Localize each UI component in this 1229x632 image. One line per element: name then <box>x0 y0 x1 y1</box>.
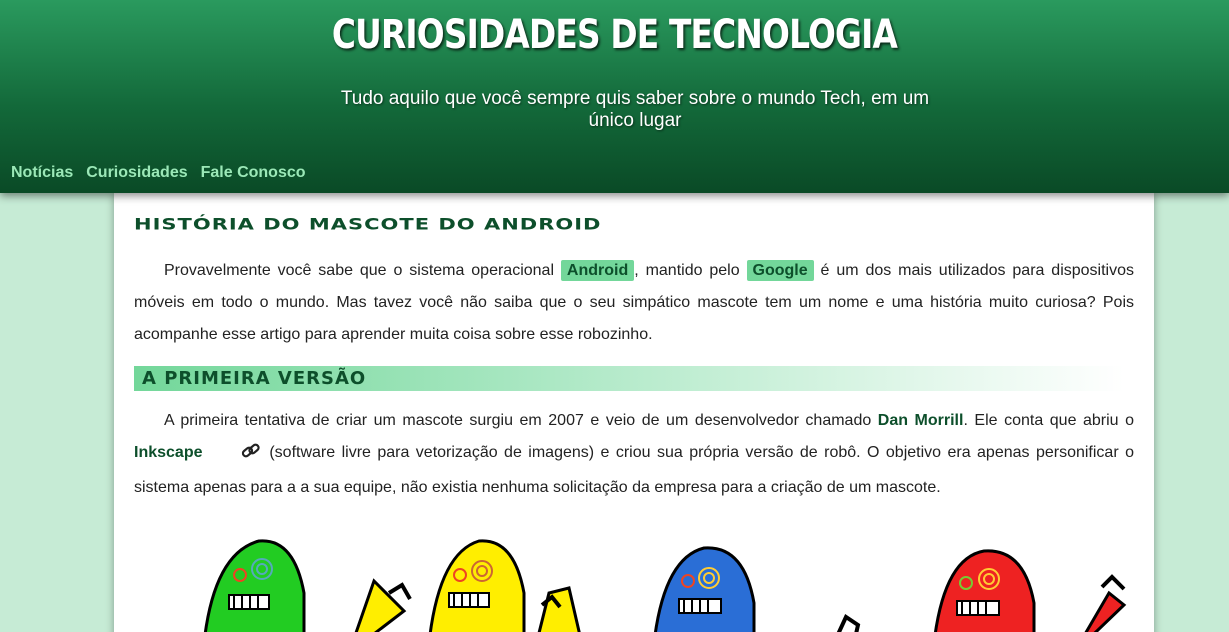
red-robot <box>934 549 1127 632</box>
site-header: CURIOSIDADES DE TECNOLOGIA Tudo aquilo q… <box>0 0 1229 193</box>
blue-robot <box>654 546 861 632</box>
intro-text-1: Provavelmente você sabe que o sistema op… <box>164 262 561 279</box>
section-text-3: (software livre para vetorização de imag… <box>134 444 1134 496</box>
intro-paragraph: Provavelmente você sabe que o sistema op… <box>134 255 1134 351</box>
intro-text-2: , mantido pelo <box>634 262 747 279</box>
main-nav: Notícias Curiosidades Fale Conosco <box>0 163 308 185</box>
robot-mascots-illustration <box>203 539 1127 632</box>
yellow-robot <box>354 539 581 632</box>
section-text-1: A primeira tentativa de criar um mascote… <box>164 412 878 429</box>
author-name: Dan Morrill <box>877 412 964 429</box>
section-heading: A Primeira Versão <box>134 366 1124 391</box>
nav-item-noticias[interactable]: Notícias <box>11 163 73 185</box>
section-text-2: . Ele conta que abriu o <box>963 412 1135 429</box>
site-title: CURIOSIDADES DE TECNOLOGIA <box>331 12 898 58</box>
section-paragraph: A primeira tentativa de criar um mascote… <box>134 405 1134 504</box>
link-icon[interactable] <box>211 440 261 472</box>
nav-item-curiosidades[interactable]: Curiosidades <box>86 163 187 185</box>
article: História do Mascote do Android Provavelm… <box>114 193 1154 632</box>
tag-google: Google <box>746 260 814 281</box>
green-robot <box>203 539 306 632</box>
article-title: História do Mascote do Android <box>134 215 602 233</box>
inkscape-link[interactable]: Inkscape <box>134 444 202 461</box>
site-subtitle: Tudo aquilo que você sempre quis saber s… <box>340 88 930 131</box>
nav-item-fale-conosco[interactable]: Fale Conosco <box>201 163 306 185</box>
tag-android: Android <box>560 260 635 281</box>
